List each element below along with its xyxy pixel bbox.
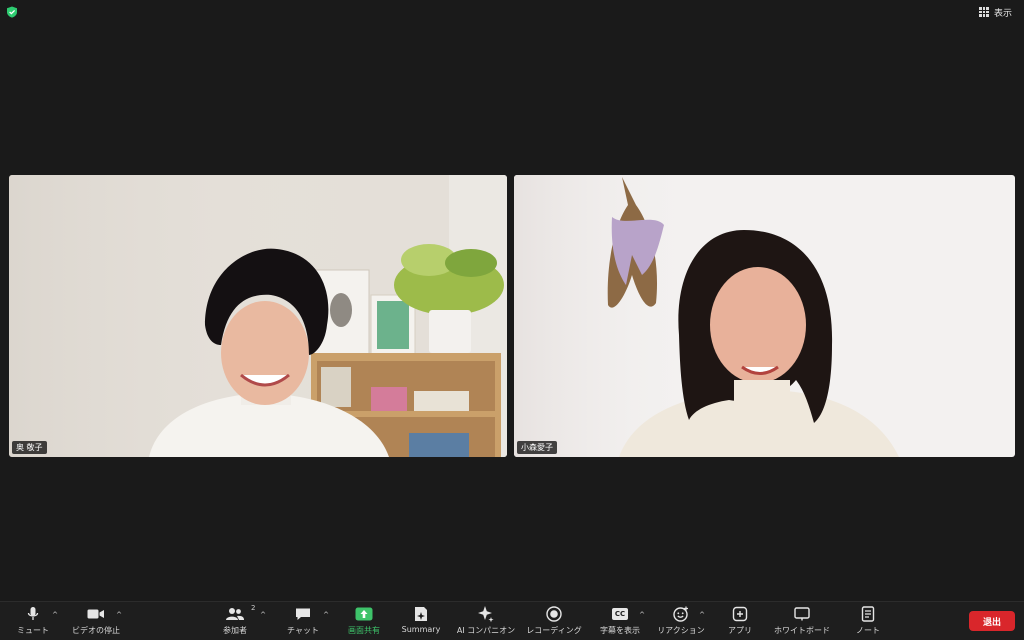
stop-video-button[interactable]: ビデオの停止 (70, 605, 122, 637)
whiteboard-button[interactable]: ホワイトボード (770, 605, 834, 637)
video-camera-icon (87, 609, 104, 619)
record-icon (546, 606, 562, 622)
smiley-plus-icon (673, 606, 688, 622)
view-button[interactable]: 表示 (975, 4, 1016, 20)
participant-video-tile[interactable]: 小森愛子 (514, 175, 1015, 457)
video-options-chevron-icon[interactable]: ^ (115, 611, 123, 619)
apps-icon (732, 606, 748, 622)
share-screen-icon (355, 607, 373, 621)
meeting-toolbar: ミュート ^ ビデオの停止 ^ 2 参加者 ^ チャット ^ 画面共有 Summ… (0, 601, 1024, 640)
captions-options-chevron-icon[interactable]: ^ (638, 611, 646, 619)
view-label: 表示 (993, 8, 1012, 19)
chat-bubble-icon (296, 608, 310, 620)
participants-options-chevron-icon[interactable]: ^ (259, 611, 267, 619)
participants-icon (226, 608, 244, 620)
participant-video-frame (9, 175, 507, 457)
participant-name-tag: 小森愛子 (517, 441, 557, 454)
security-shield-icon[interactable] (6, 6, 18, 18)
mute-button[interactable]: ミュート (14, 605, 52, 637)
participant-video-frame (514, 175, 1015, 457)
ai-companion-button[interactable]: AI コンパニオン (455, 605, 517, 637)
chat-options-chevron-icon[interactable]: ^ (322, 611, 330, 619)
mute-options-chevron-icon[interactable]: ^ (51, 611, 59, 619)
leave-button[interactable]: 退出 (969, 611, 1015, 631)
grid-view-icon (979, 7, 989, 17)
closed-captions-icon: CC (611, 608, 629, 620)
share-screen-button[interactable]: 画面共有 (344, 605, 384, 637)
show-captions-button[interactable]: CC 字幕を表示 (598, 605, 642, 637)
participants-button[interactable]: 2 参加者 (218, 604, 256, 637)
sparkle-icon (478, 606, 494, 623)
participant-name-tag: 奥 敬子 (12, 441, 47, 454)
apps-button[interactable]: アプリ (724, 605, 756, 637)
reactions-options-chevron-icon[interactable]: ^ (698, 611, 706, 619)
chat-button[interactable]: チャット (286, 605, 320, 637)
notes-icon (861, 606, 875, 622)
record-button[interactable]: レコーディング (526, 605, 582, 637)
microphone-icon (27, 607, 39, 620)
participant-video-tile[interactable]: 奥 敬子 (9, 175, 507, 457)
reactions-button[interactable]: リアクション (656, 605, 706, 637)
participants-count-badge: 2 (251, 604, 256, 612)
summary-button[interactable]: Summary (400, 605, 442, 637)
whiteboard-icon (794, 607, 810, 621)
notes-button[interactable]: ノート (850, 605, 886, 637)
summary-icon (415, 607, 427, 621)
